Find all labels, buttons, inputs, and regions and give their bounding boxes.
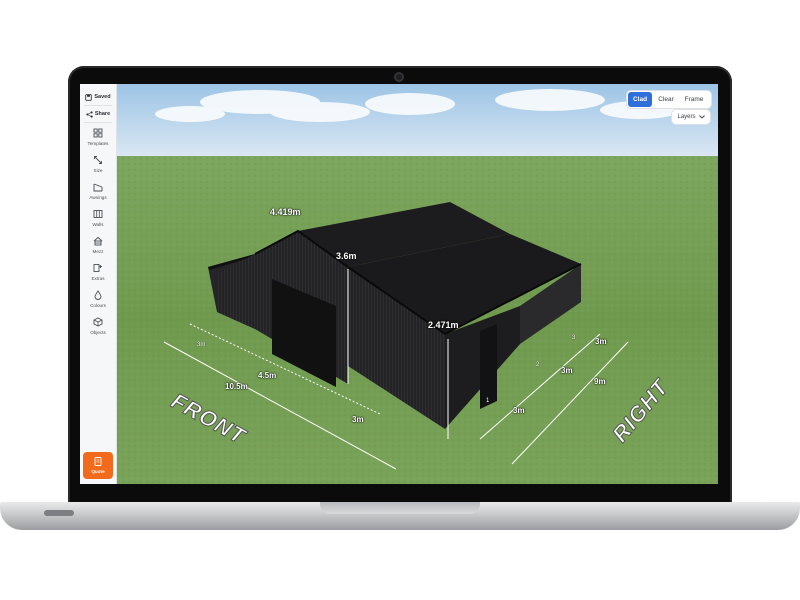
share-label: Share	[94, 111, 111, 117]
awning-icon	[93, 183, 103, 192]
view-mode-clad[interactable]: Clad	[628, 92, 652, 107]
sidebar-item-extras[interactable]: Extras	[80, 263, 116, 289]
sidebar-item-label: Walls	[92, 222, 104, 227]
save-icon	[85, 93, 93, 101]
view-mode-frame[interactable]: Frame	[680, 92, 708, 107]
sidebar-item-label: Mezz	[92, 249, 104, 254]
shed-side-door	[480, 324, 497, 409]
sidebar-item-colours[interactable]: Colours	[80, 290, 116, 316]
quote-button[interactable]: Quote	[83, 452, 113, 479]
dim-front-right[interactable]: 3m	[352, 415, 364, 424]
cube-icon	[93, 317, 103, 327]
dim-right-bay-2[interactable]: 3m	[561, 366, 573, 375]
quote-label: Quote	[91, 469, 105, 474]
dim-front-total[interactable]: 10.5m	[225, 382, 248, 391]
bay-number-3: 3	[572, 335, 576, 341]
templates-icon	[93, 128, 103, 138]
bay-number-2: 2	[536, 362, 540, 368]
sidebar-item-walls[interactable]: Walls	[80, 209, 116, 235]
sidebar-item-label: Objects	[90, 330, 106, 335]
extras-icon	[93, 264, 102, 272]
saved-button[interactable]: Saved	[82, 89, 114, 105]
dim-center-height[interactable]: 3.6m	[336, 251, 357, 261]
dim-front-center[interactable]: 4.5m	[258, 371, 276, 380]
view-mode-clear[interactable]: Clear	[652, 92, 680, 107]
layers-dropdown[interactable]: Layers	[672, 110, 710, 124]
sidebar-item-size[interactable]: Size	[80, 155, 116, 181]
walls-icon	[93, 210, 103, 218]
dim-front-left[interactable]: 3m	[197, 342, 205, 348]
sidebar-item-label: Extras	[91, 276, 105, 281]
sidebar-item-awnings[interactable]: Awnings	[80, 182, 116, 208]
app-screen: 4.419m 3.6m 2.471m 3m 4.5m 10.5m 3m 3m 3…	[80, 84, 718, 484]
view-mode-toggle: Clad Clear Frame	[627, 91, 711, 108]
laptop-camera	[394, 72, 404, 82]
sidebar-item-label: Awnings	[89, 195, 107, 200]
droplet-icon	[94, 290, 102, 300]
layers-label: Layers	[677, 114, 696, 120]
laptop-base-notch	[320, 502, 480, 514]
sidebar-item-mezz[interactable]: Mezz	[80, 236, 116, 262]
sidebar-item-label: Size	[93, 168, 103, 173]
dim-right-bay-1[interactable]: 3m	[513, 406, 525, 415]
dim-right-bay-3[interactable]: 3m	[595, 337, 607, 346]
dim-roof-span[interactable]: 4.419m	[270, 207, 301, 217]
share-icon	[86, 110, 93, 118]
sidebar-item-label: Templates	[87, 141, 109, 146]
saved-label: Saved	[94, 94, 111, 100]
resize-icon	[94, 156, 102, 164]
laptop-port	[44, 510, 74, 516]
mezzanine-icon	[93, 236, 103, 246]
share-button[interactable]: Share	[82, 106, 114, 122]
sidebar-item-objects[interactable]: Objects	[80, 317, 116, 343]
quote-doc-icon	[94, 457, 102, 466]
tool-sidebar: Saved Share Templates Size Awnings Walls…	[80, 84, 117, 484]
sidebar-divider	[84, 122, 112, 123]
bay-number-1: 1	[486, 398, 490, 404]
sidebar-item-templates[interactable]: Templates	[80, 128, 116, 154]
dim-side-height[interactable]: 2.471m	[428, 320, 459, 330]
dim-right-total[interactable]: 9m	[594, 377, 606, 386]
sidebar-item-label: Colours	[90, 303, 106, 308]
chevron-down-icon	[698, 115, 705, 119]
